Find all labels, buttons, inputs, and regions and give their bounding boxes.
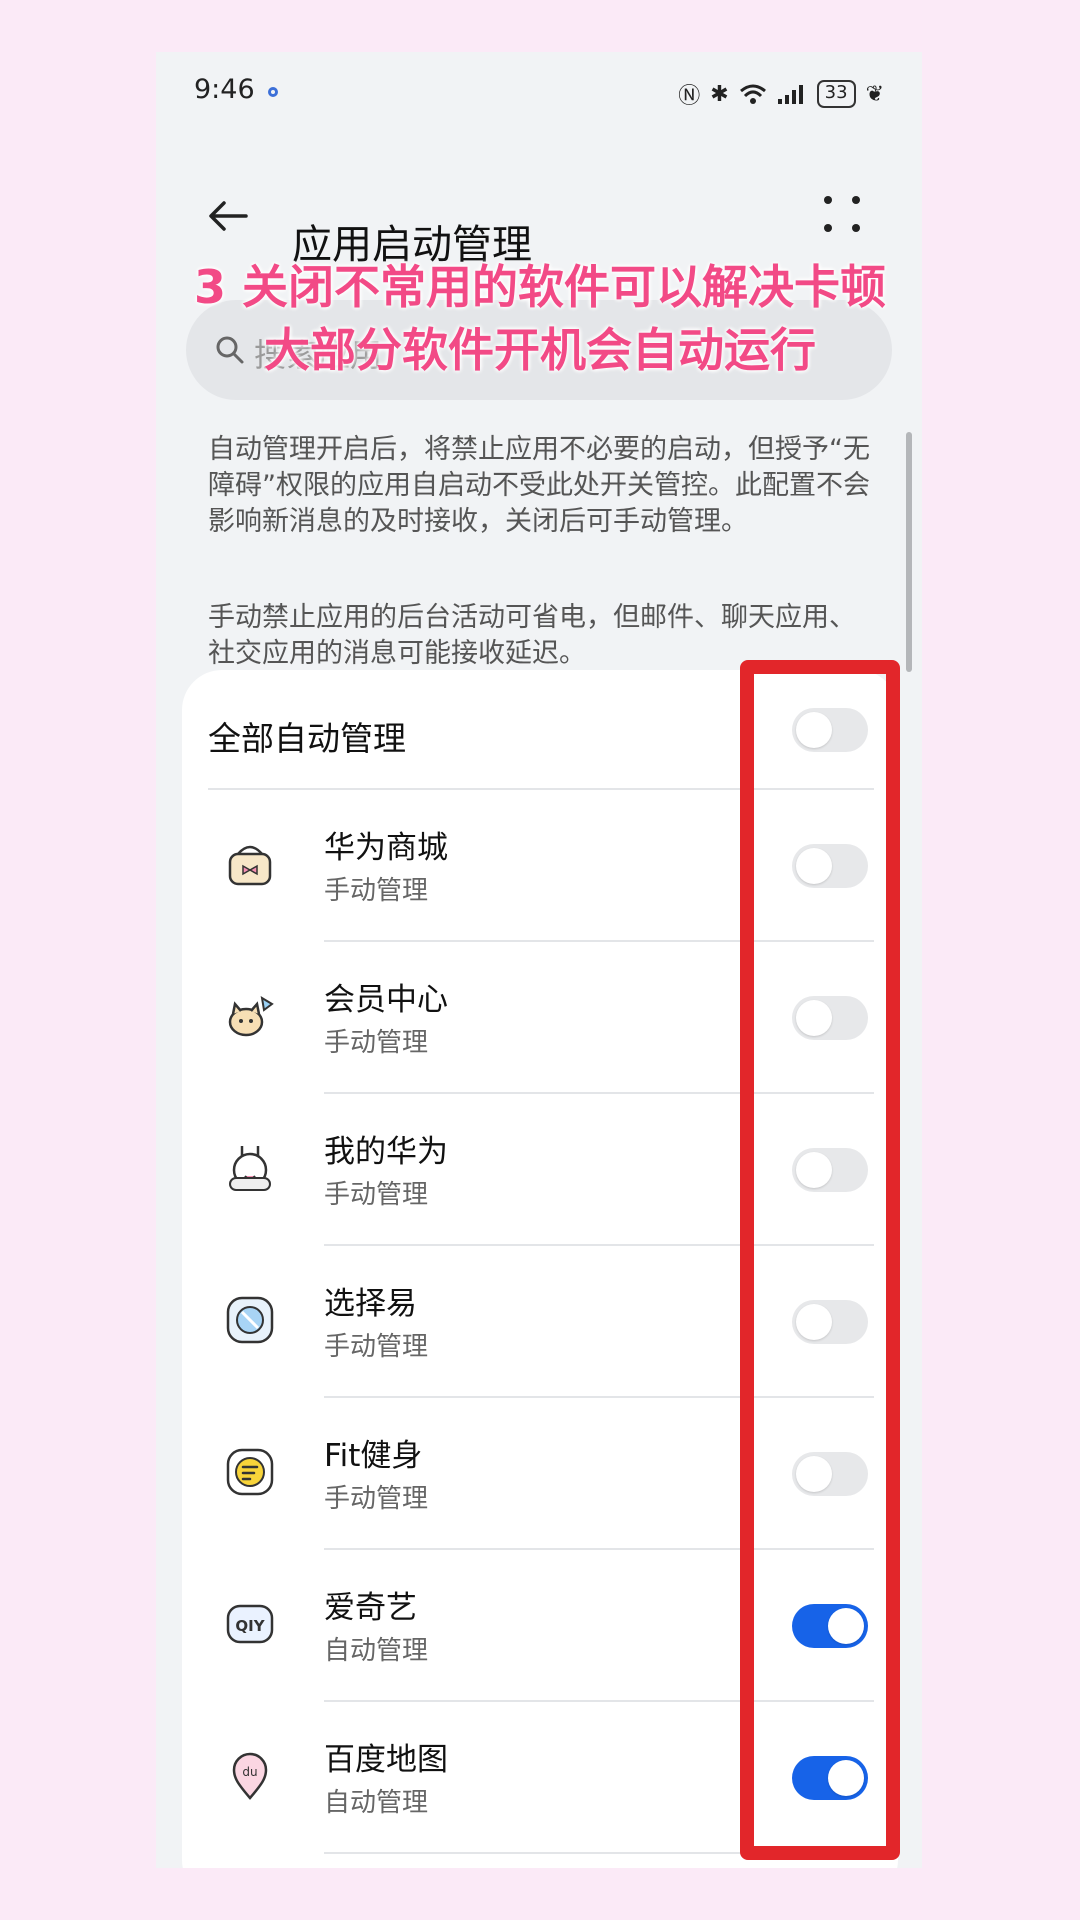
app-mode: 手动管理 (324, 876, 429, 906)
shopping-basket-icon (228, 845, 272, 886)
app-name: Fit健身 (324, 1438, 423, 1474)
tip-overlay-text: 3 关闭不常用的软件可以解决卡顿 大部分软件开机会自动运行 (0, 256, 1080, 382)
more-options-icon[interactable] (820, 192, 864, 236)
location-icon (268, 87, 278, 97)
svg-text:QIY: QIY (235, 1617, 265, 1635)
app-mode: 手动管理 (324, 1332, 429, 1362)
description-auto-manage: 自动管理开启后，将禁止应用不必要的启动，但授予“无障碍”权限的应用自启动不受此处… (208, 434, 870, 537)
app-mode: 自动管理 (324, 1788, 429, 1818)
app-mode: 手动管理 (324, 1180, 429, 1210)
bunny-icon (229, 1146, 271, 1191)
fitness-icon (226, 1448, 274, 1496)
status-time: 9:46 (194, 74, 255, 105)
app-name: 百度地图 (324, 1742, 448, 1778)
cat-icon (228, 996, 274, 1037)
scrollbar[interactable] (906, 432, 912, 672)
app-mode: 手动管理 (324, 1028, 429, 1058)
all-auto-manage-label: 全部自动管理 (208, 719, 406, 758)
app-name: 我的华为 (324, 1134, 448, 1170)
app-mode: 自动管理 (324, 1636, 429, 1666)
back-arrow-icon[interactable] (204, 192, 252, 240)
cell-signal-icon (777, 85, 803, 104)
wifi-icon (739, 84, 766, 104)
status-bar: 9:46 Ⓝ ✱ 33 ❦ (156, 52, 922, 132)
iqiyi-icon: QIY (226, 1604, 274, 1644)
app-name: 爱奇艺 (324, 1590, 417, 1626)
leaf-icon: ❦ (865, 81, 884, 107)
toggle-highlight-frame (740, 660, 900, 1860)
app-name: 华为商城 (324, 830, 448, 866)
app-square-icon (226, 1296, 274, 1344)
tip-line-1: 3 关闭不常用的软件可以解决卡顿 (193, 260, 887, 314)
nfc-icon: Ⓝ (678, 84, 701, 109)
app-mode: 手动管理 (324, 1484, 429, 1514)
svg-text:du: du (242, 1765, 257, 1779)
app-name: 会员中心 (324, 982, 448, 1018)
app-name: 选择易 (324, 1286, 417, 1322)
tip-line-2: 大部分软件开机会自动运行 (264, 323, 816, 377)
battery-icon: 33 (816, 80, 856, 108)
map-pin-icon: du (232, 1752, 268, 1800)
status-icons: Ⓝ ✱ 33 ❦ (678, 78, 884, 110)
bluetooth-icon: ✱ (710, 81, 729, 107)
